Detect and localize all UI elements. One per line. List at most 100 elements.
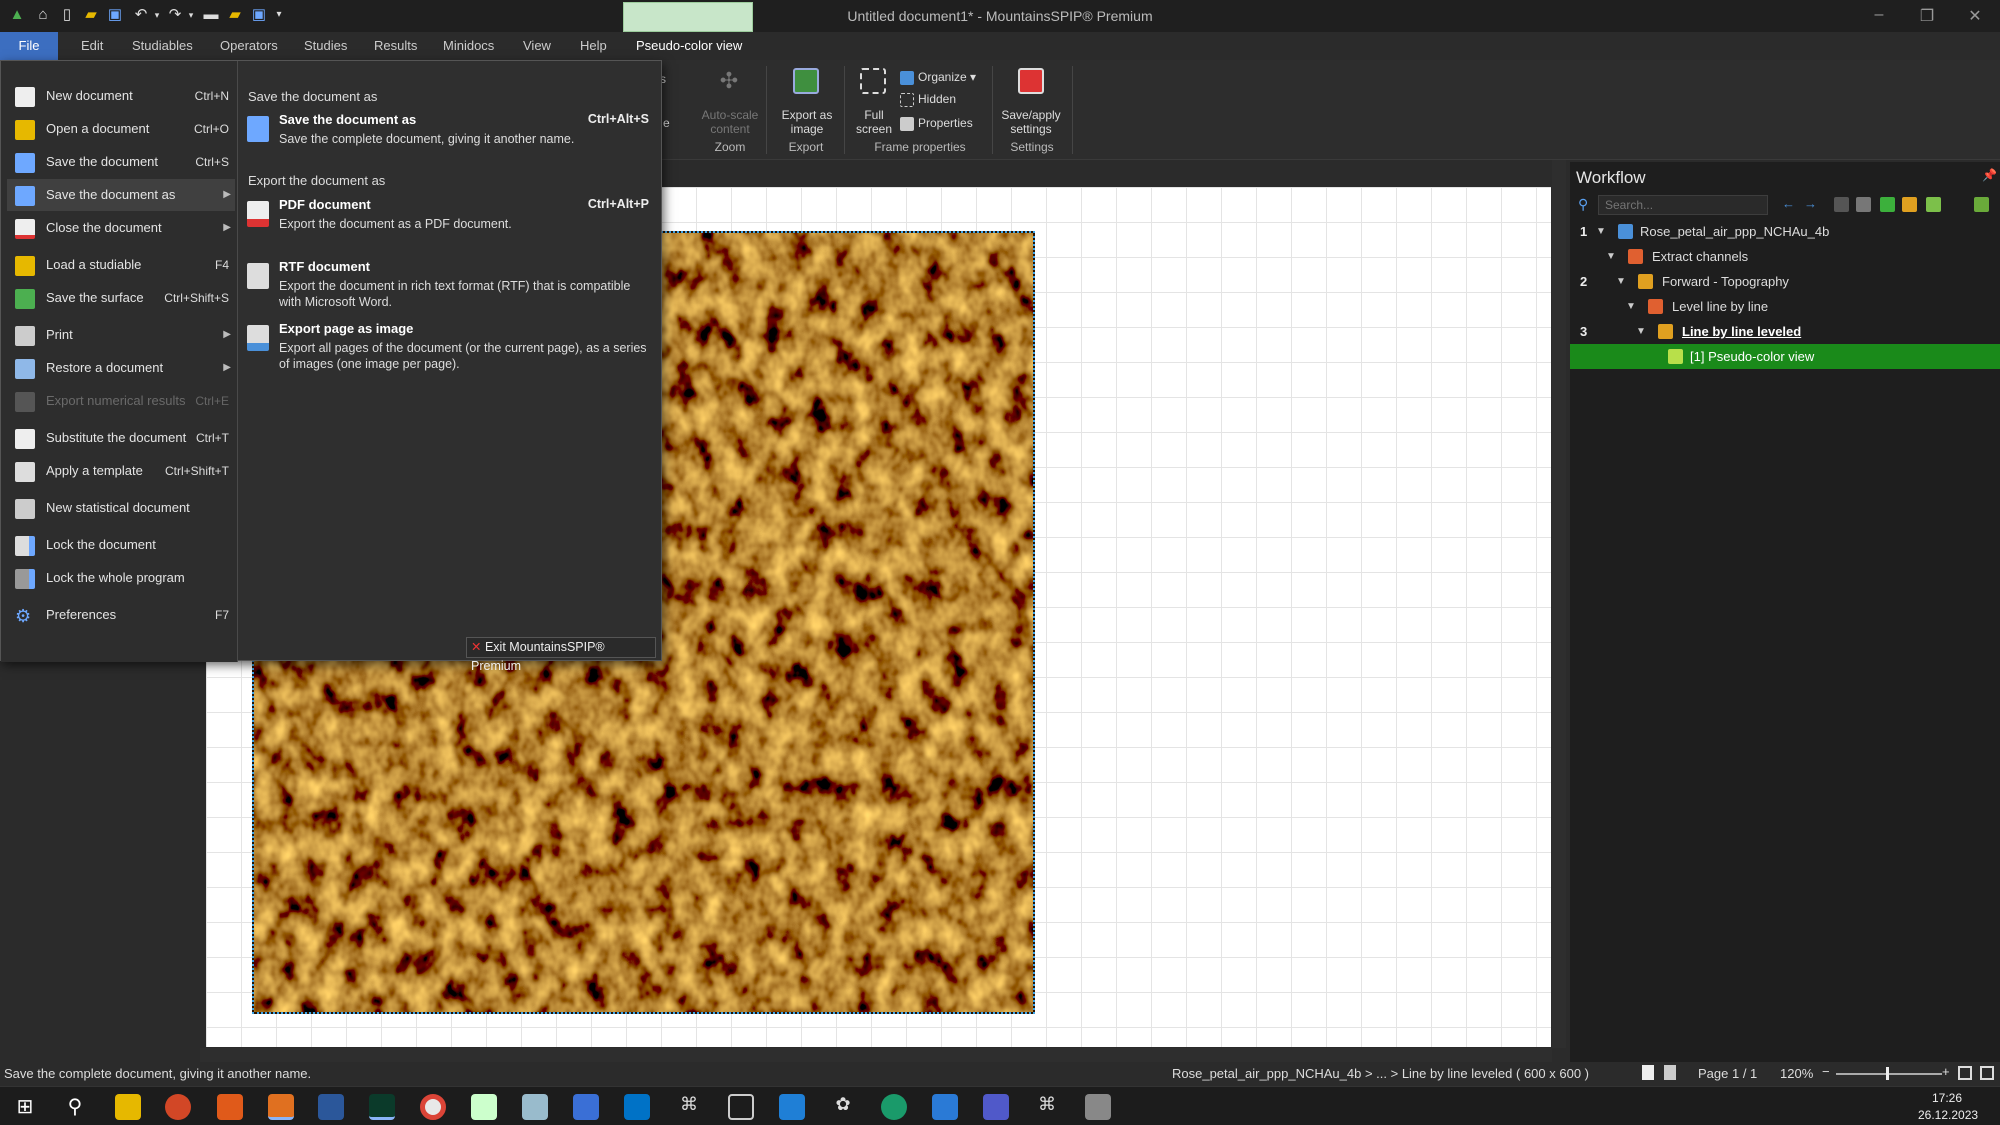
workflow-row[interactable]: 3 ▼ Line by line leveled <box>1570 319 2000 344</box>
clock-date[interactable]: 26.12.2023 <box>1918 1108 1978 1122</box>
export-as-image-button[interactable]: Export as image <box>772 108 842 136</box>
submenu-item-export-page-image[interactable]: Export page as image Export all pages of… <box>247 321 655 377</box>
tab-operators[interactable]: Operators <box>220 38 278 53</box>
horizontal-scrollbar[interactable] <box>200 1048 1552 1062</box>
menu-item-save-document[interactable]: Save the document Ctrl+S <box>7 146 235 178</box>
zoom-in-icon[interactable]: + <box>1942 1064 1950 1079</box>
calculator-icon[interactable] <box>1085 1094 1111 1120</box>
app-icon[interactable] <box>932 1094 958 1120</box>
properties-button[interactable]: Properties <box>900 116 973 131</box>
multi-page-icon[interactable] <box>1664 1065 1676 1080</box>
app-icon[interactable] <box>471 1094 497 1120</box>
menu-item-restore-document[interactable]: Restore a document ▶ <box>7 352 235 384</box>
app-icon[interactable] <box>217 1094 243 1120</box>
edge-icon[interactable] <box>881 1094 907 1120</box>
close-icon[interactable]: ✕ <box>1964 6 1986 26</box>
word-icon[interactable] <box>318 1094 344 1120</box>
status-message: Save the complete document, giving it an… <box>4 1066 312 1081</box>
app-icon[interactable] <box>728 1094 754 1120</box>
start-icon[interactable]: ⊞ <box>12 1094 38 1120</box>
menu-item-new-statistical-document[interactable]: New statistical document <box>7 492 235 524</box>
expand-icon[interactable]: ▼ <box>1596 219 1606 244</box>
menu-item-open-document[interactable]: Open a document Ctrl+O <box>7 113 235 145</box>
ribbon-separator <box>1072 66 1073 154</box>
workflow-row[interactable]: 1 ▼ Rose_petal_air_ppp_NCHAu_4b <box>1570 219 2000 244</box>
arrow-right-icon[interactable]: → <box>1804 196 1817 211</box>
expand-icon[interactable]: ▼ <box>1606 244 1616 269</box>
tab-file[interactable]: File <box>0 32 58 60</box>
menu-item-new-document[interactable]: New document Ctrl+N <box>7 80 235 112</box>
menu-item-save-document-as[interactable]: Save the document as ▶ <box>7 179 235 211</box>
exit-button[interactable]: ✕ Exit MountainsSPIP® Premium <box>466 637 656 673</box>
submenu-item-save-as[interactable]: Save the document as Ctrl+Alt+S Save the… <box>247 112 655 156</box>
mountains-icon[interactable] <box>369 1094 395 1120</box>
tab-help[interactable]: Help <box>580 38 607 53</box>
tab-studiables[interactable]: Studiables <box>132 38 193 53</box>
expand-icon[interactable]: ▼ <box>1616 269 1626 294</box>
autoscale-button[interactable]: Auto-scale content <box>692 108 768 136</box>
save-apply-settings-button[interactable]: Save/apply settings <box>996 108 1066 136</box>
menu-item-print[interactable]: Print ▶ <box>7 319 235 351</box>
menu-item-lock-document[interactable]: Lock the document <box>7 529 235 561</box>
workflow-row-selected[interactable]: [1] Pseudo-color view <box>1570 344 2000 369</box>
workflow-row[interactable]: 2 ▼ Forward - Topography <box>1570 269 2000 294</box>
tab-pseudo-color-view[interactable]: Pseudo-color view <box>636 38 742 53</box>
fit-width-icon[interactable] <box>1980 1066 1994 1080</box>
view-icon[interactable] <box>1926 197 1941 212</box>
menu-item-save-surface[interactable]: Save the surface Ctrl+Shift+S <box>7 282 235 314</box>
menu-item-apply-template[interactable]: Apply a template Ctrl+Shift+T <box>7 455 235 487</box>
fullscreen-button[interactable]: Full screen <box>850 108 898 136</box>
tab-minidocs[interactable]: Minidocs <box>443 38 494 53</box>
app-icon[interactable]: ✿ <box>830 1094 856 1120</box>
operator-icon[interactable] <box>1880 197 1895 212</box>
workflow-tool-icon[interactable] <box>1834 197 1849 212</box>
menu-item-load-studiable[interactable]: Load a studiable F4 <box>7 249 235 281</box>
app-icon[interactable] <box>522 1094 548 1120</box>
submenu-item-rtf[interactable]: RTF document Export the document in rich… <box>247 259 655 315</box>
vertical-scrollbar[interactable] <box>1552 160 1566 1048</box>
workflow-row[interactable]: ▼ Level line by line <box>1570 294 2000 319</box>
powerpoint-icon[interactable] <box>165 1094 191 1120</box>
expand-icon[interactable]: ▼ <box>1636 319 1646 344</box>
tab-view[interactable]: View <box>523 38 551 53</box>
zoom-slider-thumb[interactable] <box>1886 1067 1889 1080</box>
workflow-search-input[interactable] <box>1598 195 1768 215</box>
tab-results[interactable]: Results <box>374 38 417 53</box>
save-surface-icon <box>15 289 35 309</box>
status-path: Rose_petal_air_ppp_NCHAu_4b > ... > Line… <box>1172 1066 1589 1081</box>
menu-item-preferences[interactable]: ⚙ Preferences F7 <box>7 599 235 631</box>
menu-item-lock-program[interactable]: Lock the whole program <box>7 562 235 594</box>
arrow-left-icon[interactable]: ← <box>1782 196 1795 211</box>
teams-icon[interactable] <box>983 1094 1009 1120</box>
menu-item-close-document[interactable]: Close the document ▶ <box>7 212 235 244</box>
file-explorer-icon[interactable] <box>115 1094 141 1120</box>
clock-time[interactable]: 17:26 <box>1932 1091 1962 1105</box>
settings-icon[interactable] <box>1974 197 1989 212</box>
tab-studies[interactable]: Studies <box>304 38 347 53</box>
expand-icon[interactable]: ▼ <box>1626 294 1636 319</box>
minimize-icon[interactable]: – <box>1868 6 1890 26</box>
link-icon[interactable] <box>1856 197 1871 212</box>
pin-icon[interactable]: 📌 <box>1982 168 1997 182</box>
app-icon[interactable] <box>573 1094 599 1120</box>
outlook-icon[interactable] <box>624 1094 650 1120</box>
organize-button[interactable]: Organize ▾ <box>900 70 976 85</box>
zoom-out-icon[interactable]: − <box>1822 1064 1830 1079</box>
vscode-icon[interactable] <box>779 1094 805 1120</box>
chrome-icon[interactable] <box>420 1094 446 1120</box>
search-icon[interactable]: ⚲ <box>62 1094 88 1120</box>
menu-item-substitute-document[interactable]: Substitute the document Ctrl+T <box>7 422 235 454</box>
restore-icon[interactable]: ❐ <box>1916 6 1938 26</box>
menu-item-export-numerical-results[interactable]: Export numerical results Ctrl+E <box>7 385 235 417</box>
hidden-button[interactable]: Hidden <box>900 92 956 107</box>
app-icon-active[interactable] <box>268 1094 294 1120</box>
app-icon[interactable]: ⌘ <box>1034 1094 1060 1120</box>
study-icon[interactable] <box>1902 197 1917 212</box>
fit-page-icon[interactable] <box>1958 1066 1972 1080</box>
workflow-row[interactable]: ▼ Extract channels <box>1570 244 2000 269</box>
submenu-item-pdf[interactable]: PDF document Ctrl+Alt+P Export the docum… <box>247 197 655 241</box>
app-icon[interactable]: ⌘ <box>676 1094 702 1120</box>
single-page-icon[interactable] <box>1642 1065 1654 1080</box>
zoom-slider[interactable] <box>1836 1073 1942 1075</box>
tab-edit[interactable]: Edit <box>81 38 103 53</box>
